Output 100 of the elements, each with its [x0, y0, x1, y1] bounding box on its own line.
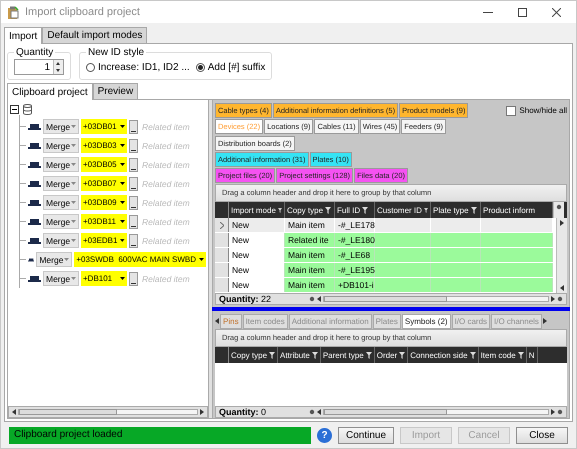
pin-icon[interactable] [309, 296, 315, 302]
pin-icon[interactable] [556, 204, 562, 210]
scroll-left-icon[interactable] [317, 409, 321, 415]
table-cell: -#_LE68 [335, 248, 375, 262]
radio-icon[interactable] [86, 62, 95, 72]
mode-dropdown[interactable]: Merge [43, 119, 79, 134]
mode-dropdown[interactable]: Merge [43, 138, 79, 153]
filter-icon[interactable] [269, 352, 276, 358]
id-dropdown[interactable]: +03DB09 [81, 195, 127, 210]
scroll-left-icon[interactable] [317, 296, 321, 302]
scroll-right-icon[interactable] [551, 409, 555, 415]
grid-row[interactable]: New Main item -#_LE195 [215, 263, 556, 278]
scroll-right-icon[interactable] [551, 296, 555, 302]
caret-icon [71, 201, 76, 204]
caret-icon [120, 201, 125, 204]
table-cell: Related ite [285, 233, 335, 247]
browse-button[interactable] [129, 120, 138, 134]
mode-dropdown[interactable]: Merge [43, 214, 79, 229]
tab[interactable]: Import [4, 27, 42, 44]
radio-option[interactable]: Add [#] suffix [196, 62, 266, 72]
pin-icon[interactable] [309, 409, 315, 415]
dialog-button[interactable]: Continue [338, 426, 394, 444]
caret-icon [71, 182, 76, 185]
id-dropdown[interactable]: +DB101 [81, 271, 127, 286]
row-header[interactable] [215, 218, 229, 232]
id-dropdown[interactable]: +03EDB1 [81, 233, 127, 248]
ellipsis-icon [131, 130, 136, 132]
pin-icon[interactable] [557, 296, 563, 302]
filter-icon[interactable] [470, 206, 477, 214]
browse-button[interactable] [129, 158, 138, 172]
filter-icon[interactable] [518, 352, 524, 358]
filter-icon[interactable] [424, 206, 428, 214]
spin-down-icon[interactable] [54, 67, 62, 74]
mode-dropdown[interactable]: Merge [43, 271, 79, 286]
tab[interactable]: Default import modes [42, 27, 148, 43]
scroll-left-icon[interactable] [560, 285, 564, 291]
table-cell: -#_LE195 [335, 263, 375, 277]
grid-row[interactable]: New Main item -#_LE68 [215, 248, 556, 263]
related-item-label: Related item [142, 178, 190, 188]
filter-icon[interactable] [399, 352, 406, 358]
mode-dropdown[interactable]: Merge [43, 157, 79, 172]
row-header[interactable] [215, 263, 229, 277]
table-cell: -#_LE180 [335, 233, 375, 247]
mode-dropdown[interactable]: Merge [43, 233, 79, 248]
scroll-right-icon[interactable] [560, 220, 564, 226]
ellipsis-icon [131, 186, 136, 190]
row-header[interactable] [215, 278, 229, 292]
group-label: New ID style [87, 47, 146, 58]
quantity-spinner[interactable]: 1 [14, 59, 64, 75]
table-cell: Main item [285, 278, 335, 292]
ellipsis-icon [131, 244, 136, 246]
filter-icon[interactable] [312, 352, 318, 358]
filter-icon[interactable] [362, 206, 368, 214]
id-dropdown[interactable]: +03DB07 [81, 176, 127, 191]
spin-up-icon[interactable] [54, 60, 62, 67]
grid-row[interactable]: New Main item -#_LE178 [215, 218, 556, 233]
browse-button[interactable] [129, 234, 138, 248]
caret-icon [120, 163, 125, 166]
filter-icon[interactable] [278, 206, 282, 214]
id-dropdown[interactable]: +03SWDB 600VAC MAIN SWBD [74, 252, 206, 267]
browse-button[interactable] [129, 272, 138, 286]
id-dropdown[interactable]: +03DB05 [81, 157, 127, 172]
scroll-left-icon[interactable] [12, 409, 16, 415]
close-icon[interactable] [552, 8, 560, 16]
related-item-label: Related item [142, 140, 190, 150]
filter-icon[interactable] [325, 206, 332, 214]
detail-tab[interactable]: Symbols (2) [402, 314, 451, 328]
grid-row[interactable]: New Main item +DB101-i [215, 278, 556, 293]
id-dropdown[interactable]: +03DB11 [81, 214, 127, 229]
browse-button[interactable] [129, 138, 138, 152]
clipboard-icon [7, 6, 19, 18]
row-header[interactable] [215, 233, 229, 247]
caret-icon [64, 258, 70, 261]
mode-dropdown[interactable]: Merge [36, 252, 72, 267]
filter-icon[interactable] [470, 352, 476, 358]
radio-icon[interactable] [196, 62, 205, 72]
scroll-right-icon[interactable] [200, 409, 204, 415]
vertical-scrollbar[interactable] [556, 218, 567, 293]
mode-dropdown[interactable]: Merge [43, 195, 79, 210]
show-hide-all-checkbox[interactable]: Show/hide all [506, 103, 567, 118]
dialog-button[interactable]: Close [516, 426, 568, 444]
tab[interactable]: Clipboard project [7, 83, 93, 100]
id-dropdown[interactable]: +03DB03 [81, 138, 127, 153]
pin-icon[interactable] [557, 409, 563, 415]
id-dropdown[interactable]: +03DB01 [81, 119, 127, 134]
browse-button[interactable] [129, 214, 138, 228]
maximize-icon[interactable] [518, 8, 526, 16]
browse-button[interactable] [129, 196, 138, 210]
browse-button[interactable] [129, 176, 138, 190]
collapse-icon[interactable] [10, 104, 19, 114]
help-button[interactable]: ? [317, 428, 332, 442]
related-item-label: Related item [142, 198, 190, 208]
grid-row[interactable]: New Related ite -#_LE180 [215, 233, 556, 248]
table-cell: New [229, 218, 285, 232]
row-header[interactable] [215, 248, 229, 262]
caret-icon [71, 277, 76, 280]
filter-icon[interactable] [366, 352, 372, 358]
device-icon [28, 124, 41, 130]
mode-dropdown[interactable]: Merge [43, 176, 79, 191]
tab[interactable]: Preview [92, 83, 138, 99]
